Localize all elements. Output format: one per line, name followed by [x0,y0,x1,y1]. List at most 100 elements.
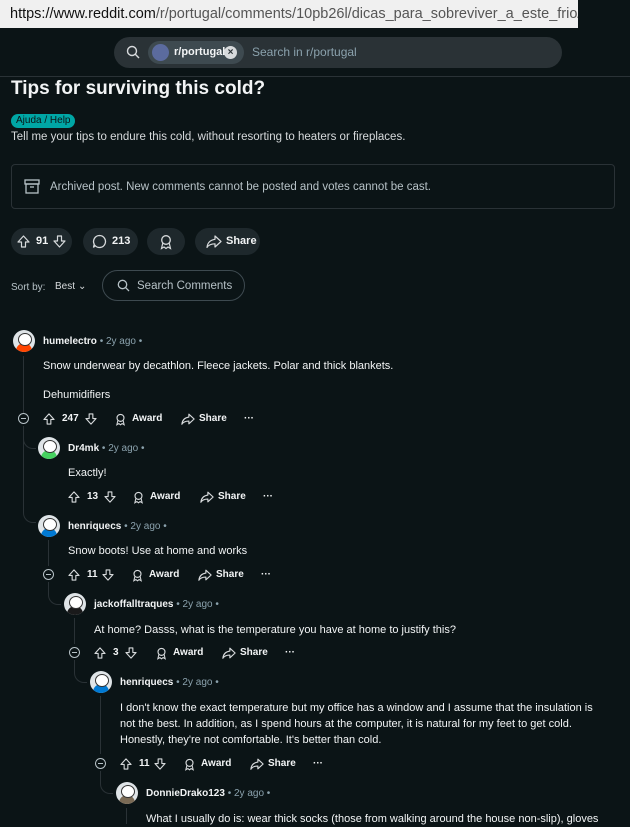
comments-button[interactable]: 213 [83,228,138,255]
comment-author[interactable]: jackoffalltraques • 2y ago • [94,599,219,610]
collapse-thread-icon[interactable] [69,647,80,658]
award-button[interactable]: Award [201,755,231,773]
avatar[interactable] [38,515,60,537]
collapse-thread-icon[interactable] [95,758,106,769]
avatar[interactable] [90,671,112,693]
search-icon [126,45,140,59]
clear-community-icon[interactable]: × [224,46,237,59]
comment-search-input[interactable]: Search Comments [137,271,232,301]
share-icon[interactable] [181,413,195,425]
more-options-icon[interactable]: ··· [285,644,295,662]
share-button[interactable]: Share [216,566,244,584]
avatar[interactable] [38,437,60,459]
more-options-icon[interactable]: ··· [313,755,323,773]
address-bar[interactable]: https://www.reddit.com/r/portugal/commen… [0,0,578,28]
sort-label: Sort by: [11,282,46,293]
share-button[interactable]: Share [240,644,268,662]
collapse-thread-icon[interactable] [18,413,29,424]
award-icon[interactable] [132,491,145,504]
share-icon [206,235,222,248]
upvote-icon[interactable] [68,491,80,503]
award-button[interactable]: Award [149,566,179,584]
thread-elbow [100,781,113,794]
award-icon[interactable] [131,569,144,582]
upvote-icon[interactable] [43,413,55,425]
comment-icon [92,234,107,249]
thread-line [48,540,49,566]
archived-notice-text: Archived post. New comments cannot be po… [50,181,431,193]
downvote-icon[interactable] [102,569,114,581]
more-options-icon[interactable]: ··· [244,410,254,428]
downvote-icon[interactable] [85,413,97,425]
avatar[interactable] [116,782,138,804]
comment-text: What I usually do is: wear thick socks (… [146,813,599,825]
comment-author[interactable]: henriquecs • 2y ago • [120,677,219,688]
comment-text: Snow boots! Use at home and works [68,545,248,557]
community-avatar-icon [152,44,169,61]
vote-count: 247 [62,413,79,424]
vote-pill: 91 [11,228,72,255]
comment-search[interactable]: Search Comments [102,270,245,301]
thread-elbow [48,592,61,605]
share-button[interactable]: Share [199,410,227,428]
award-icon[interactable] [114,413,127,426]
share-icon[interactable] [200,491,214,503]
downvote-icon[interactable] [154,758,166,770]
community-chip-label: r/portugal [174,46,226,58]
share-button[interactable]: Share [268,755,296,773]
comment-text: At home? Dasss, what is the temperature … [94,624,456,636]
post-body: Tell me your tips to endure this cold, w… [11,131,406,143]
vote-count: 11 [87,569,98,580]
url-host: https://www.reddit.com [10,6,156,22]
award-button[interactable] [147,228,185,255]
share-icon[interactable] [222,647,236,659]
url-bar-filler [578,0,630,28]
share-icon[interactable] [198,569,212,581]
award-button[interactable]: Award [150,488,180,506]
subreddit-search[interactable]: r/portugal × Search in r/portugal [114,37,562,68]
share-button[interactable]: Share [218,488,246,506]
downvote-icon[interactable] [53,235,66,248]
post-title: Tips for surviving this cold? [11,78,266,99]
avatar[interactable] [64,593,86,615]
thread-line [48,582,49,592]
upvote-icon[interactable] [68,569,80,581]
collapse-thread-icon[interactable] [43,569,54,580]
comment-author[interactable]: DonnieDrako123 • 2y ago • [146,788,270,799]
thread-elbow [74,670,87,683]
award-icon[interactable] [183,758,196,771]
thread-line [74,660,75,670]
upvote-icon[interactable] [94,647,106,659]
vote-count: 13 [87,491,99,502]
more-options-icon[interactable]: ··· [263,488,273,506]
downvote-icon[interactable] [125,647,137,659]
comment-text: Snow underwear by decathlon. Fleece jack… [43,360,394,372]
more-options-icon[interactable]: ··· [261,566,271,584]
archived-notice: Archived post. New comments cannot be po… [11,164,615,209]
award-icon[interactable] [155,647,168,660]
post-flair[interactable]: Ajuda / Help [11,114,76,128]
vote-count: 91 [36,235,49,247]
share-icon[interactable] [250,758,264,770]
comment-text: Dehumidifiers [43,389,111,401]
avatar[interactable] [13,330,35,352]
sort-dropdown[interactable]: Best ⌄ [55,281,86,292]
downvote-icon[interactable] [104,491,116,503]
comment-author[interactable]: henriquecs • 2y ago • [68,521,167,532]
comment-author[interactable]: Dr4mk • 2y ago • [68,443,145,454]
award-button[interactable]: Award [173,644,203,662]
sort-value: Best [55,281,76,292]
thread-elbow [23,510,36,523]
community-chip[interactable]: r/portugal × [148,41,244,64]
search-input[interactable]: Search in r/portugal [252,37,357,68]
vote-count: 3 [113,647,119,658]
award-button[interactable]: Award [132,410,162,428]
share-button[interactable]: Share [195,228,260,255]
thread-line [23,356,24,414]
upvote-icon[interactable] [120,758,132,770]
award-icon [160,235,172,250]
url-path: /r/portugal/comments/10pb26l/dicas_para_… [155,6,578,22]
thread-line [74,618,75,644]
comment-author[interactable]: humelectro • 2y ago • [43,336,142,347]
upvote-icon[interactable] [17,235,30,248]
